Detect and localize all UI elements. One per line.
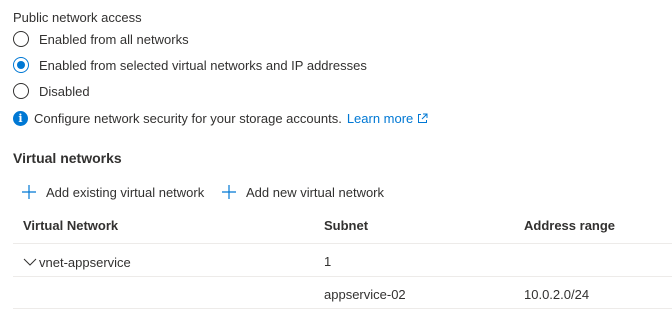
plus-icon xyxy=(22,185,36,199)
radio-button-checked[interactable] xyxy=(13,57,29,73)
table-divider xyxy=(13,308,672,309)
external-link-icon xyxy=(417,113,428,124)
radio-button-unchecked[interactable] xyxy=(13,31,29,47)
radio-label: Enabled from all networks xyxy=(39,31,189,47)
subnet-cell: appservice-02 xyxy=(324,287,406,302)
learn-more-link[interactable]: Learn more xyxy=(347,111,428,126)
public-network-access-label: Public network access xyxy=(13,10,142,25)
info-icon: i xyxy=(13,110,28,126)
column-header-address-range: Address range xyxy=(524,218,616,233)
add-new-label: Add new virtual network xyxy=(246,184,385,200)
learn-more-label: Learn more xyxy=(346,110,414,126)
add-existing-label: Add existing virtual network xyxy=(46,184,205,200)
address-range-cell: 10.0.2.0/24 xyxy=(524,287,590,302)
table-divider xyxy=(13,276,672,277)
subnet-count-cell: 1 xyxy=(324,254,332,269)
radio-enabled-selected-networks[interactable]: Enabled from selected virtual networks a… xyxy=(13,55,367,75)
radio-label: Enabled from selected virtual networks a… xyxy=(39,57,367,73)
add-existing-virtual-network-button[interactable]: Add existing virtual network xyxy=(22,182,204,202)
radio-label: Disabled xyxy=(39,83,90,99)
add-new-virtual-network-button[interactable]: Add new virtual network xyxy=(222,182,384,202)
virtual-networks-title: Virtual networks xyxy=(13,150,122,166)
vnet-name: vnet-appservice xyxy=(39,254,131,270)
column-header-subnet: Subnet xyxy=(324,218,369,233)
radio-disabled[interactable]: Disabled xyxy=(13,81,90,101)
plus-icon xyxy=(222,185,236,199)
table-row-vnet-expander[interactable]: vnet-appservice xyxy=(23,253,131,271)
chevron-down-icon xyxy=(23,257,37,267)
radio-enabled-all-networks[interactable]: Enabled from all networks xyxy=(13,29,189,49)
radio-button-unchecked[interactable] xyxy=(13,83,29,99)
column-header-virtual-network: Virtual Network xyxy=(23,218,119,233)
info-message: i Configure network security for your st… xyxy=(13,108,428,128)
table-divider xyxy=(13,243,672,244)
info-text: Configure network security for your stor… xyxy=(34,110,342,126)
